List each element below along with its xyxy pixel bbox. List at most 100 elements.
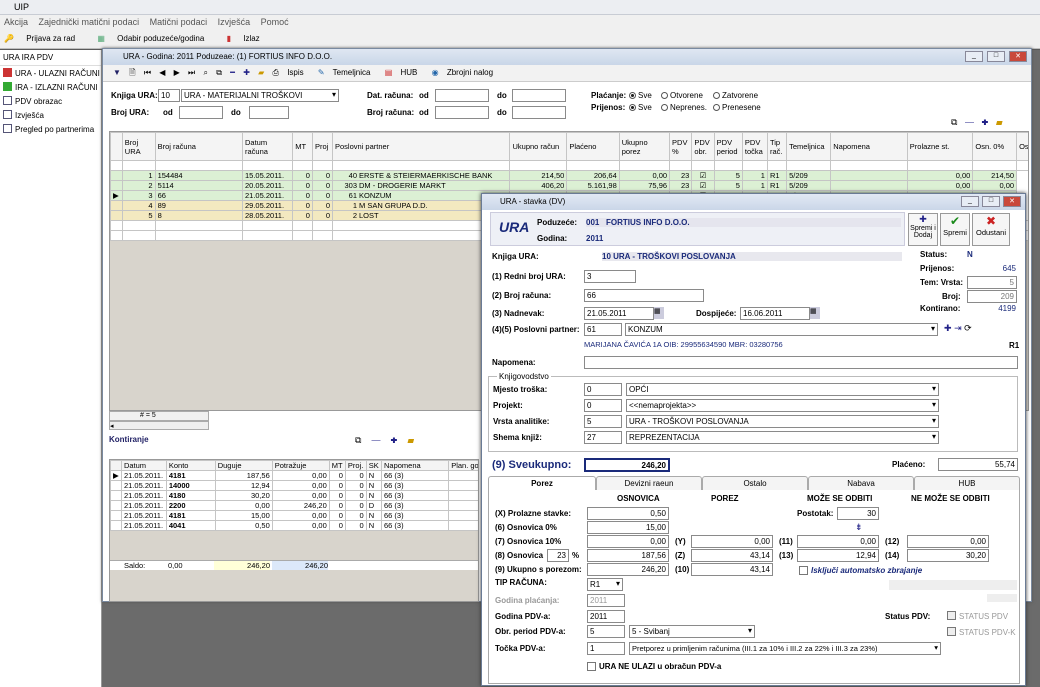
placanje-otvorene-radio[interactable]: Otvorene [661,91,703,100]
first-icon[interactable]: ⏮ [144,68,151,77]
porez-y-input[interactable] [691,535,773,548]
column-header[interactable]: PDV % [669,132,693,161]
sk-number-input[interactable] [584,431,622,444]
menu-akcija[interactable]: Akcija [4,17,28,27]
table-row[interactable]: 21.05.2011. 4180 30,20 0,00 0 0 N 66 (3) [110,490,478,501]
tocka-pdv-input[interactable] [587,642,625,655]
row-selector[interactable] [110,180,123,191]
sk-select[interactable]: REPREZENTACIJA [626,431,939,444]
last-icon[interactable]: ⏭ [188,68,195,77]
sidebar-item-izvjesca[interactable]: Izvješća [0,108,101,122]
obr-period-select[interactable]: 5 - Svibanj [629,625,755,638]
save-add-button[interactable]: ✚ Spremi i Dodaj [908,213,938,246]
row-selector[interactable]: ▶ [110,190,123,201]
osnovica10-input[interactable] [587,535,669,548]
login-button[interactable]: 🔑 Prijava za rad [4,34,85,43]
row-selector[interactable] [110,200,123,211]
porez-10-input[interactable] [691,563,773,576]
calendar-icon[interactable]: ▦ [654,307,664,319]
table-row[interactable]: ▶ 21.05.2011. 4181 187,56 0,00 0 0 N 66 (3) [110,470,478,481]
menu-izvjesca[interactable]: Izvješća [218,17,251,27]
dat-od-input[interactable] [435,89,489,102]
folder-icon[interactable]: ▰ [407,435,414,445]
partner-select[interactable]: KONZUM [625,323,938,336]
mt-number-input[interactable] [584,383,622,396]
maximize-button[interactable]: □ [982,196,1000,207]
placanje-sve-radio[interactable]: Sve [629,91,652,100]
sveukupno-input[interactable] [584,458,670,472]
tab-hub[interactable]: HUB [914,476,1020,490]
delete-icon[interactable]: ━ [965,117,974,127]
add-icon[interactable]: ✚ [981,117,988,127]
row-selector[interactable] [110,170,123,181]
tab-ostalo[interactable]: Ostalo [702,476,808,490]
knjiga-select[interactable]: URA - MATERIJALNI TROŠKOVI [181,89,339,102]
tab-porez[interactable]: Porez [488,476,596,490]
grid-hscroll[interactable]: ◂ [109,421,209,430]
column-header[interactable]: Plan. go [448,460,478,471]
column-header[interactable]: Prolazne st. [906,132,974,161]
nemoze-14-input[interactable] [907,549,989,562]
va-number-input[interactable] [584,415,622,428]
column-header[interactable]: Proj [311,132,334,161]
delete-icon[interactable]: ━ [371,435,380,445]
iskljuci-checkbox[interactable] [799,566,808,575]
folder-icon[interactable]: ▰ [996,117,1003,127]
broj-ura-od-input[interactable] [179,106,223,119]
maximize-button[interactable]: □ [987,51,1005,62]
column-header[interactable]: Tip rač. [766,132,788,161]
osnovica-pct-input[interactable] [547,549,569,562]
row-selector[interactable] [110,490,122,501]
dropdown-icon[interactable]: ▼ [113,68,121,77]
copy-icon[interactable]: ⧉ [355,435,361,445]
tocka-pdv-select[interactable]: Pretporez u primljenim računima (III.1 z… [629,642,941,655]
add-icon[interactable]: ✚ [390,435,397,445]
tab-devizni[interactable]: Devizni raeun [596,476,702,490]
pdv-obr-checkbox[interactable]: ☑ [691,170,715,181]
folder-icon[interactable]: ▰ [258,68,264,77]
porez-z-input[interactable] [691,549,773,562]
mt-select[interactable]: OPĆI [626,383,939,396]
prijenos-sve-radio[interactable]: Sve [629,103,652,112]
napomena-input[interactable] [584,356,1018,369]
nemoze-12-input[interactable] [907,535,989,548]
dospijece-input[interactable] [740,307,810,320]
delete-icon[interactable]: ━ [230,68,235,77]
column-header[interactable]: Osn. [1016,132,1028,161]
nadnevak-input[interactable] [584,307,654,320]
find-icon[interactable]: ⌕ [203,68,207,77]
print-button[interactable]: ⎙ Ispis [273,68,310,77]
prev-icon[interactable]: ◀ [159,68,165,77]
column-header[interactable]: Napomena [830,132,908,161]
status-pdvk-checkbox[interactable] [947,627,956,636]
refresh-icon[interactable]: ⟳ [964,323,972,333]
sidebar-item-ira[interactable]: IRA - IZLAZNI RAČUNI [0,80,101,94]
column-header[interactable]: MT [292,132,313,161]
row-selector[interactable] [110,520,122,531]
column-header[interactable]: Ukupno račun [509,132,568,161]
godina-pdv-input[interactable] [587,610,625,623]
menu-pomoc[interactable]: Pomoć [261,17,289,27]
godina-placanja-input[interactable] [587,594,625,607]
column-header[interactable]: PDV period [713,132,743,161]
copy-icon[interactable]: ⧉ [216,68,222,77]
projekt-select[interactable]: <<nemaprojekta>> [626,399,939,412]
add-icon[interactable]: ✚ [243,68,250,77]
menu-zajednicki[interactable]: Zajednički matični podaci [39,17,140,27]
osnovica23-input[interactable] [587,549,669,562]
column-header[interactable]: Ukupno porez [618,132,671,161]
table-row[interactable]: 2 5114 20.05.2011. 0 0 303 DM - DROGERIE MARKT… [110,180,1028,191]
table-row[interactable]: 21.05.2011. 14000 12,94 0,00 0 0 N 66 (3) [110,480,478,491]
column-header[interactable]: Poslovni partner [331,132,511,161]
column-header[interactable]: Potražuje [271,460,330,471]
copy-icon[interactable]: ⧉ [951,117,957,127]
minimize-button[interactable]: _ [961,196,979,207]
save-button[interactable]: ✔ Spremi [940,213,970,246]
broj-input[interactable] [967,290,1017,303]
tem-vrsta-input[interactable] [967,276,1017,289]
placeno-input[interactable] [938,458,1018,471]
placanje-zatvorene-radio[interactable]: Zatvorene [713,91,758,100]
knjiga-number-input[interactable] [158,89,180,102]
close-button[interactable]: ✕ [1003,196,1021,207]
sidebar-item-partneri[interactable]: Pregled po partnerima [0,122,101,136]
